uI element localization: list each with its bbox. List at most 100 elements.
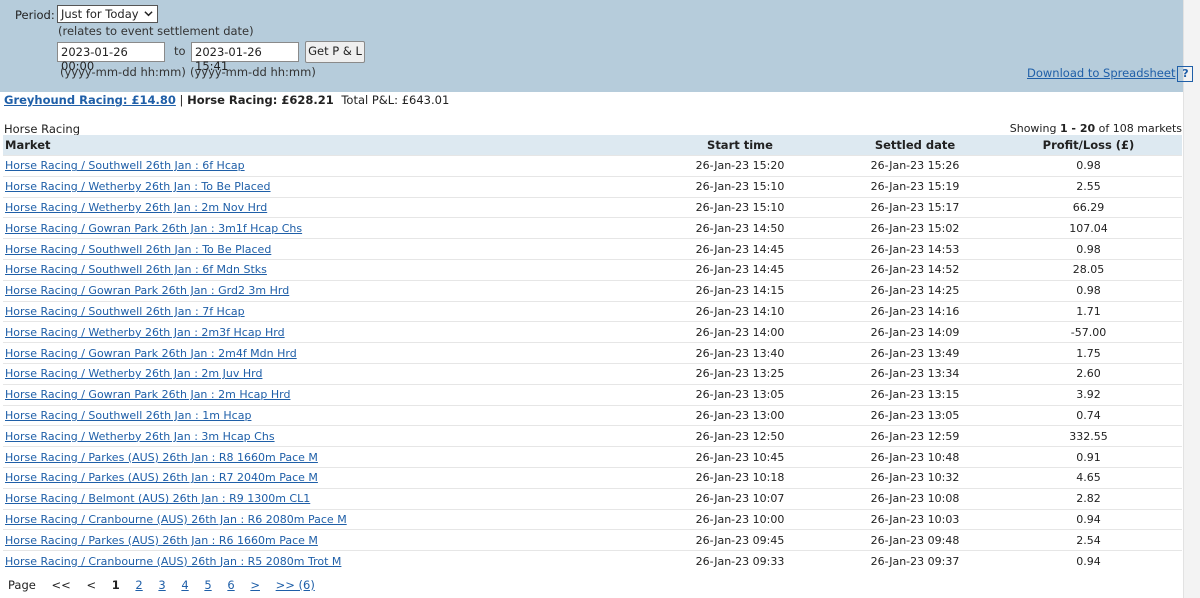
market-link[interactable]: Horse Racing / Southwell 26th Jan : 7f H… [3,300,645,322]
settled-date-cell: 26-Jan-23 13:15 [835,383,995,406]
profit-loss-cell: 0.91 [995,446,1182,468]
market-link[interactable]: Horse Racing / Wetherby 26th Jan : 3m Hc… [3,425,645,447]
profit-loss-cell: 0.98 [995,279,1182,302]
market-link[interactable]: Horse Racing / Cranbourne (AUS) 26th Jan… [3,550,645,571]
table-row: Horse Racing / Parkes (AUS) 26th Jan : R… [3,446,1182,468]
page-link-4[interactable]: 4 [181,578,188,592]
table-row: Horse Racing / Wetherby 26th Jan : 3m Hc… [3,425,1182,447]
settled-date-column-header: Settled date [835,135,995,156]
settled-date-cell: 26-Jan-23 10:48 [835,446,995,468]
page-link-5[interactable]: 5 [204,578,211,592]
settled-date-cell: 26-Jan-23 12:59 [835,425,995,447]
start-time-cell: 26-Jan-23 14:45 [645,258,835,281]
download-spreadsheet-link[interactable]: Download to Spreadsheet [1027,66,1175,80]
profit-loss-cell: 0.94 [995,550,1182,571]
profit-loss-cell: 0.74 [995,404,1182,426]
market-link[interactable]: Horse Racing / Gowran Park 26th Jan : 2m… [3,383,645,406]
market-link[interactable]: Horse Racing / Southwell 26th Jan : 1m H… [3,404,645,426]
page-link-2[interactable]: 2 [135,578,142,592]
market-link[interactable]: Horse Racing / Parkes (AUS) 26th Jan : R… [3,446,645,468]
table-row: Horse Racing / Southwell 26th Jan : 6f H… [3,155,1182,177]
showing-range: 1 - 20 [1059,122,1096,135]
start-time-cell: 26-Jan-23 14:50 [645,217,835,239]
horse-racing-total: Horse Racing: £628.21 [187,93,334,107]
page-link-3[interactable]: 3 [158,578,165,592]
page-link-6[interactable]: 6 [227,578,234,592]
start-time-cell: 26-Jan-23 15:10 [645,175,835,198]
period-select-value: Just for Today [61,7,139,21]
start-time-cell: 26-Jan-23 12:50 [645,425,835,447]
settled-date-cell: 26-Jan-23 10:08 [835,487,995,510]
settled-date-cell: 26-Jan-23 15:26 [835,155,995,177]
profit-loss-cell: -57.00 [995,321,1182,343]
profit-loss-cell: 3.92 [995,383,1182,406]
from-date-hint: (yyyy-mm-dd hh:mm) [60,65,186,79]
settled-date-cell: 26-Jan-23 13:05 [835,404,995,426]
market-link[interactable]: Horse Racing / Southwell 26th Jan : 6f H… [3,155,645,177]
last-page-button[interactable]: >> (6) [276,578,315,592]
next-page-button[interactable]: > [250,578,260,592]
settled-date-cell: 26-Jan-23 14:53 [835,238,995,260]
start-time-cell: 26-Jan-23 14:15 [645,279,835,302]
table-header-row: Market Start time Settled date Profit/Lo… [3,135,1182,156]
table-row: Horse Racing / Southwell 26th Jan : 7f H… [3,300,1182,322]
market-link[interactable]: Horse Racing / Belmont (AUS) 26th Jan : … [3,487,645,510]
greyhound-racing-link[interactable]: Greyhound Racing: £14.80 [4,93,176,107]
start-time-column-header: Start time [645,135,835,156]
profit-loss-cell: 66.29 [995,196,1182,218]
table-row: Horse Racing / Southwell 26th Jan : 6f M… [3,258,1182,281]
market-link[interactable]: Horse Racing / Gowran Park 26th Jan : 2m… [3,342,645,364]
market-link[interactable]: Horse Racing / Wetherby 26th Jan : 2m No… [3,196,645,218]
from-date-input[interactable]: 2023-01-26 00:00 [57,42,165,73]
start-time-cell: 26-Jan-23 10:00 [645,508,835,530]
start-time-cell: 26-Jan-23 10:07 [645,487,835,510]
start-time-cell: 26-Jan-23 14:00 [645,321,835,343]
page-label: Page [8,578,36,592]
section-title: Horse Racing [4,122,81,136]
start-time-cell: 26-Jan-23 13:40 [645,342,835,364]
settled-date-cell: 26-Jan-23 09:48 [835,529,995,551]
help-icon[interactable]: ? [1177,66,1194,82]
market-link[interactable]: Horse Racing / Southwell 26th Jan : 6f M… [3,258,645,281]
pagination: Page << < 1 2 3 4 5 6 > >> (6) [8,578,327,592]
market-link[interactable]: Horse Racing / Cranbourne (AUS) 26th Jan… [3,508,645,530]
pl-summary: Greyhound Racing: £14.80 | Horse Racing:… [4,93,449,107]
settled-date-cell: 26-Jan-23 10:32 [835,466,995,489]
market-link[interactable]: Horse Racing / Parkes (AUS) 26th Jan : R… [3,466,645,489]
start-time-cell: 26-Jan-23 13:00 [645,404,835,426]
to-date-hint: (yyyy-mm-dd hh:mm) [190,65,316,79]
market-column-header: Market [3,135,645,156]
get-pl-button[interactable]: Get P & L [305,41,365,63]
market-link[interactable]: Horse Racing / Wetherby 26th Jan : To Be… [3,175,645,198]
market-link[interactable]: Horse Racing / Gowran Park 26th Jan : Gr… [3,279,645,302]
market-link[interactable]: Horse Racing / Wetherby 26th Jan : 2m Ju… [3,362,645,385]
to-date-input[interactable]: 2023-01-26 15:41 [191,42,299,73]
start-time-cell: 26-Jan-23 09:33 [645,550,835,571]
settled-date-cell: 26-Jan-23 15:02 [835,217,995,239]
period-select[interactable]: Just for Today [57,5,158,23]
page-scrollbar[interactable] [1183,0,1200,598]
market-link[interactable]: Horse Racing / Wetherby 26th Jan : 2m3f … [3,321,645,343]
table-row: Horse Racing / Southwell 26th Jan : 1m H… [3,404,1182,426]
chevron-down-icon [144,11,153,17]
current-page: 1 [111,578,120,592]
market-link[interactable]: Horse Racing / Southwell 26th Jan : To B… [3,238,645,260]
start-time-cell: 26-Jan-23 15:10 [645,196,835,218]
profit-loss-cell: 0.94 [995,508,1182,530]
table-row: Horse Racing / Wetherby 26th Jan : 2m3f … [3,321,1182,343]
first-page-button[interactable]: << [52,578,71,592]
market-link[interactable]: Horse Racing / Gowran Park 26th Jan : 3m… [3,217,645,239]
summary-separator: | [179,93,184,107]
start-time-cell: 26-Jan-23 14:10 [645,300,835,322]
profit-loss-cell: 107.04 [995,217,1182,239]
period-label: Period: [15,8,55,22]
start-time-cell: 26-Jan-23 15:20 [645,155,835,177]
profit-loss-cell: 28.05 [995,258,1182,281]
profit-loss-cell: 0.98 [995,155,1182,177]
table-row: Horse Racing / Wetherby 26th Jan : 2m No… [3,196,1182,218]
markets-table: Market Start time Settled date Profit/Lo… [3,135,1182,571]
market-link[interactable]: Horse Racing / Parkes (AUS) 26th Jan : R… [3,529,645,551]
prev-page-button[interactable]: < [86,578,96,592]
profit-loss-cell: 1.71 [995,300,1182,322]
table-row: Horse Racing / Southwell 26th Jan : To B… [3,238,1182,260]
